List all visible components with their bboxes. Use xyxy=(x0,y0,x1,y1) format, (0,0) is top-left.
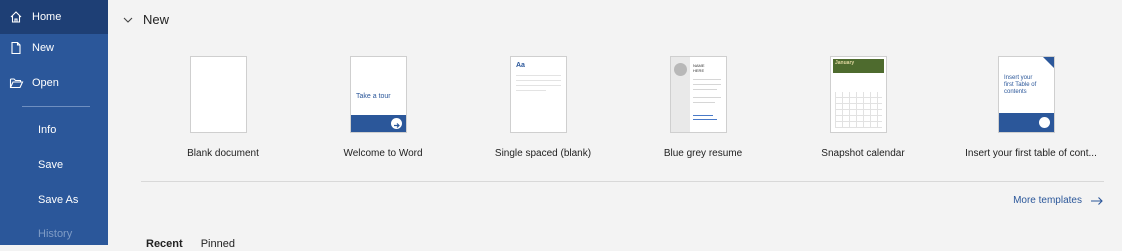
thumbnail-text: Aa xyxy=(516,62,525,69)
sidebar-item-label: New xyxy=(32,42,55,54)
sidebar-item-label: Home xyxy=(32,11,62,23)
template-label: Blank document xyxy=(187,148,259,159)
thumbnail-text: Insert your first Table of contents xyxy=(1004,75,1037,95)
template-thumbnail: January xyxy=(830,56,887,133)
sidebar-item-label: Save As xyxy=(38,194,79,206)
backstage-sidebar: Home New Open Info Save Save As History xyxy=(0,0,108,245)
sidebar-item-label: History xyxy=(38,228,73,240)
corner-badge xyxy=(1043,57,1054,68)
section-divider xyxy=(141,181,1104,182)
more-templates-link[interactable]: More templates xyxy=(1013,195,1104,206)
template-label: Single spaced (blank) xyxy=(494,148,592,159)
sidebar-item-home[interactable]: Home xyxy=(0,0,108,34)
sidebar-item-save-as[interactable]: Save As xyxy=(0,183,108,217)
thumbnail-text: NAME HERE xyxy=(693,63,705,73)
template-thumbnail: NAME HERE xyxy=(670,56,727,133)
template-thumbnail: Aa xyxy=(510,56,567,133)
thumbnail-text: January xyxy=(835,60,855,66)
chevron-down-icon xyxy=(122,14,134,26)
sidebar-item-open[interactable]: Open xyxy=(0,66,108,100)
avatar-placeholder xyxy=(674,63,687,76)
template-label: Snapshot calendar xyxy=(821,148,905,159)
calendar-grid xyxy=(835,92,882,128)
toc-icon xyxy=(1039,117,1050,128)
tab-pinned[interactable]: Pinned xyxy=(201,238,235,250)
file-list-tabs: Recent Pinned xyxy=(146,238,253,250)
sidebar-item-label: Info xyxy=(38,124,57,136)
arrow-circle-icon xyxy=(391,118,402,129)
template-thumbnail: Insert your first Table of contents xyxy=(998,56,1055,133)
more-templates-label: More templates xyxy=(1013,195,1082,206)
arrow-right-icon xyxy=(1091,196,1103,205)
thumbnail-text: Take a tour xyxy=(356,93,391,100)
sidebar-item-info[interactable]: Info xyxy=(0,113,108,147)
sidebar-item-history: History xyxy=(0,217,108,251)
sidebar-item-label: Open xyxy=(32,77,59,89)
sidebar-separator xyxy=(22,106,90,107)
section-title: New xyxy=(143,12,170,27)
home-icon xyxy=(8,9,24,25)
template-thumbnail xyxy=(190,56,247,133)
main-panel: New Blank document Take a tour Welcome t… xyxy=(108,0,1122,250)
folder-open-icon xyxy=(8,75,24,91)
template-label: Welcome to Word xyxy=(343,148,423,159)
template-label: Blue grey resume xyxy=(663,148,743,159)
sidebar-item-label: Save xyxy=(38,159,64,171)
tab-recent[interactable]: Recent xyxy=(146,238,183,250)
sidebar-item-save[interactable]: Save xyxy=(0,148,108,182)
new-document-icon xyxy=(8,40,24,56)
template-thumbnail: Take a tour xyxy=(350,56,407,133)
sidebar-item-new[interactable]: New xyxy=(0,31,108,65)
section-header-new[interactable]: New xyxy=(122,12,169,27)
template-label: Insert your first table of cont... xyxy=(965,148,1097,159)
